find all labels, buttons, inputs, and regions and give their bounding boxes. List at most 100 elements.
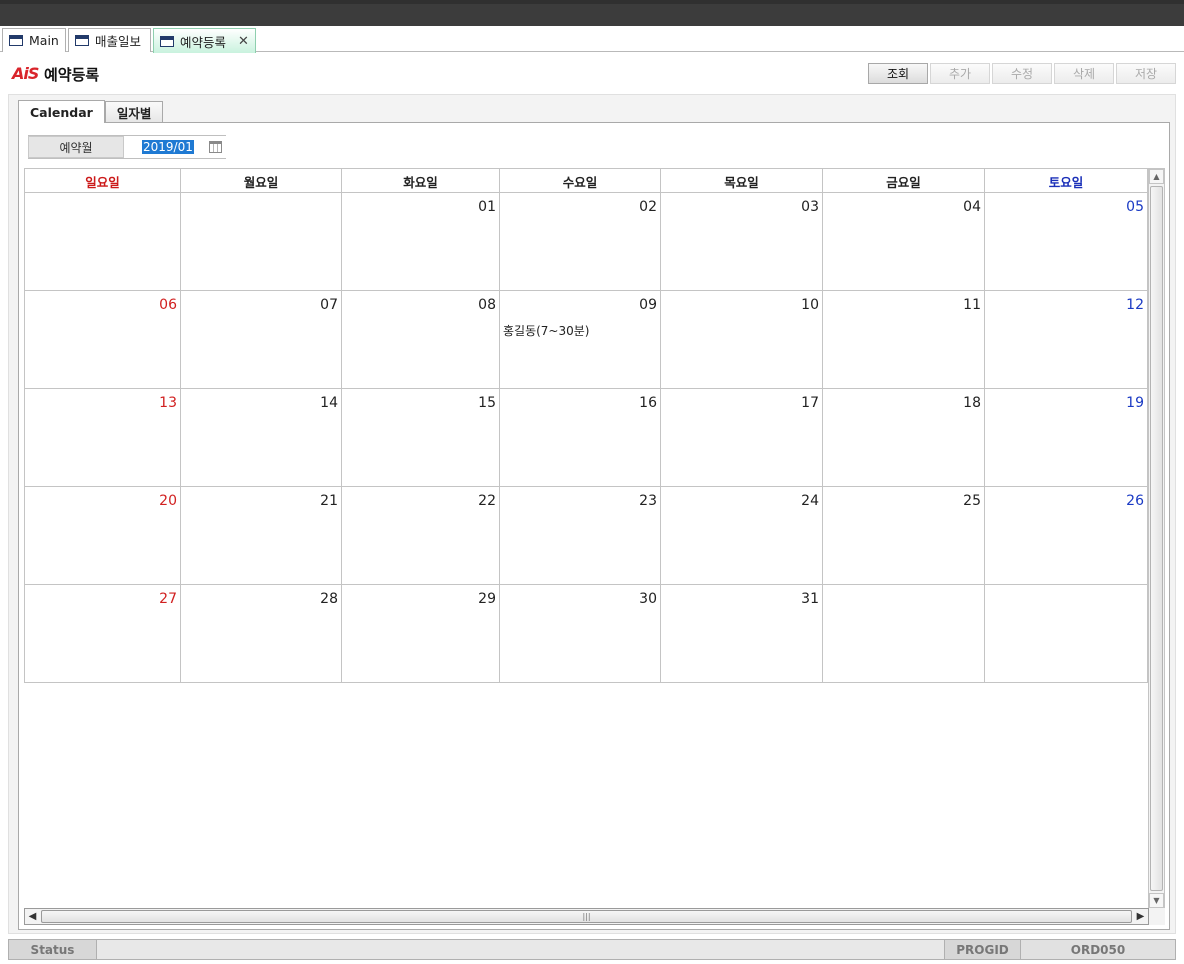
scroll-left-icon[interactable]: ◀ (25, 909, 40, 924)
window-icon (9, 35, 23, 46)
day-cell[interactable]: 07 (181, 291, 342, 389)
day-cell[interactable]: 06 (25, 291, 181, 389)
search-button[interactable]: 조회 (868, 63, 928, 84)
weekday-header-saturday: 토요일 (1048, 174, 1084, 190)
day-number: 31 (801, 591, 819, 607)
week-row: 06 07 08 09 홍길동(7~30분) 10 11 12 (25, 291, 1147, 389)
week-row: 01 02 03 04 05 (25, 193, 1147, 291)
doc-tab-main[interactable]: Main (2, 28, 66, 52)
day-number: 25 (963, 493, 981, 509)
save-button[interactable]: 저장 (1116, 63, 1176, 84)
horizontal-scroll-thumb[interactable]: ||| (41, 910, 1132, 923)
document-tab-strip: Main 매출일보 예약등록 ✕ (0, 26, 1184, 53)
tab-by-date[interactable]: 일자별 (104, 101, 164, 123)
day-cell[interactable]: 01 (342, 193, 500, 291)
day-cell[interactable] (25, 193, 181, 291)
filter-month: 예약월 2019/01 (28, 135, 226, 159)
day-cell[interactable]: 24 (661, 487, 823, 585)
window-icon (75, 35, 89, 46)
day-cell[interactable]: 03 (661, 193, 823, 291)
weekday-header-monday: 월요일 (181, 169, 342, 193)
close-icon[interactable]: ✕ (238, 34, 249, 49)
day-number: 19 (1126, 395, 1144, 411)
day-cell[interactable]: 10 (661, 291, 823, 389)
day-number: 03 (801, 199, 819, 215)
add-button[interactable]: 추가 (930, 63, 990, 84)
day-cell[interactable]: 08 (342, 291, 500, 389)
day-number: 18 (963, 395, 981, 411)
scroll-down-icon[interactable]: ▼ (1149, 893, 1164, 908)
day-number: 05 (1126, 199, 1144, 215)
page-header: AiS 예약등록 조회 추가 수정 삭제 저장 (0, 52, 1184, 94)
status-bar: Status PROGID ORD050 (8, 939, 1176, 960)
weekday-header-wednesday: 수요일 (500, 169, 661, 193)
weekday-header-tuesday: 화요일 (342, 169, 500, 193)
status-label: Status (9, 940, 97, 959)
day-cell[interactable]: 26 (985, 487, 1147, 585)
calendar-icon[interactable] (209, 141, 222, 153)
delete-button[interactable]: 삭제 (1054, 63, 1114, 84)
scroll-right-icon[interactable]: ▶ (1133, 909, 1148, 924)
day-number: 02 (639, 199, 657, 215)
day-number: 17 (801, 395, 819, 411)
day-cell[interactable]: 04 (823, 193, 985, 291)
week-row: 20 21 22 23 24 25 26 (25, 487, 1147, 585)
doc-tab-sales-daily[interactable]: 매출일보 (68, 28, 151, 52)
day-cell[interactable]: 15 (342, 389, 500, 487)
day-cell[interactable]: 31 (661, 585, 823, 683)
app-top-bar (0, 0, 1184, 26)
day-cell[interactable]: 17 (661, 389, 823, 487)
day-number: 30 (639, 591, 657, 607)
tab-calendar[interactable]: Calendar (18, 100, 105, 123)
day-cell[interactable] (181, 193, 342, 291)
month-value: 2019/01 (142, 140, 194, 154)
day-cell[interactable]: 23 (500, 487, 661, 585)
month-input[interactable]: 2019/01 (124, 136, 226, 158)
doc-tab-reservation[interactable]: 예약등록 ✕ (153, 28, 256, 53)
reservation-event[interactable]: 홍길동(7~30분) (503, 322, 589, 339)
day-cell[interactable]: 19 (985, 389, 1147, 487)
day-cell[interactable] (823, 585, 985, 683)
scroll-up-icon[interactable]: ▲ (1149, 169, 1164, 184)
vertical-scroll-thumb[interactable] (1150, 186, 1163, 891)
day-number: 04 (963, 199, 981, 215)
day-cell[interactable]: 13 (25, 389, 181, 487)
day-number: 27 (159, 591, 177, 607)
day-number: 22 (478, 493, 496, 509)
scroll-corner (1149, 908, 1165, 925)
day-number: 20 (159, 493, 177, 509)
weekday-header-row: 일요일 월요일 화요일 수요일 목요일 금요일 토요일 (25, 169, 1147, 193)
day-cell[interactable]: 11 (823, 291, 985, 389)
day-number: 13 (159, 395, 177, 411)
day-cell[interactable]: 27 (25, 585, 181, 683)
day-cell[interactable]: 09 홍길동(7~30분) (500, 291, 661, 389)
day-cell[interactable]: 05 (985, 193, 1147, 291)
day-cell[interactable]: 25 (823, 487, 985, 585)
page-title: 예약등록 (44, 66, 100, 84)
day-number: 08 (478, 297, 496, 313)
weekday-header-friday: 금요일 (823, 169, 985, 193)
weekday-header-thursday: 목요일 (661, 169, 823, 193)
day-cell[interactable]: 20 (25, 487, 181, 585)
horizontal-scrollbar[interactable]: ◀ ||| ▶ (24, 908, 1149, 925)
day-cell[interactable]: 18 (823, 389, 985, 487)
day-cell[interactable]: 12 (985, 291, 1147, 389)
day-cell[interactable]: 14 (181, 389, 342, 487)
logo: AiS (12, 64, 39, 83)
day-cell[interactable]: 16 (500, 389, 661, 487)
status-message (97, 940, 945, 959)
doc-tab-label: 매출일보 (95, 34, 142, 49)
day-cell[interactable]: 29 (342, 585, 500, 683)
vertical-scrollbar[interactable]: ▲ ▼ (1148, 168, 1165, 909)
day-cell[interactable]: 02 (500, 193, 661, 291)
day-number: 06 (159, 297, 177, 313)
day-cell[interactable] (985, 585, 1147, 683)
weekday-header-sunday: 일요일 (25, 169, 181, 193)
day-cell[interactable]: 28 (181, 585, 342, 683)
edit-button[interactable]: 수정 (992, 63, 1052, 84)
day-cell[interactable]: 21 (181, 487, 342, 585)
day-cell[interactable]: 22 (342, 487, 500, 585)
day-number: 07 (320, 297, 338, 313)
day-number: 21 (320, 493, 338, 509)
day-cell[interactable]: 30 (500, 585, 661, 683)
